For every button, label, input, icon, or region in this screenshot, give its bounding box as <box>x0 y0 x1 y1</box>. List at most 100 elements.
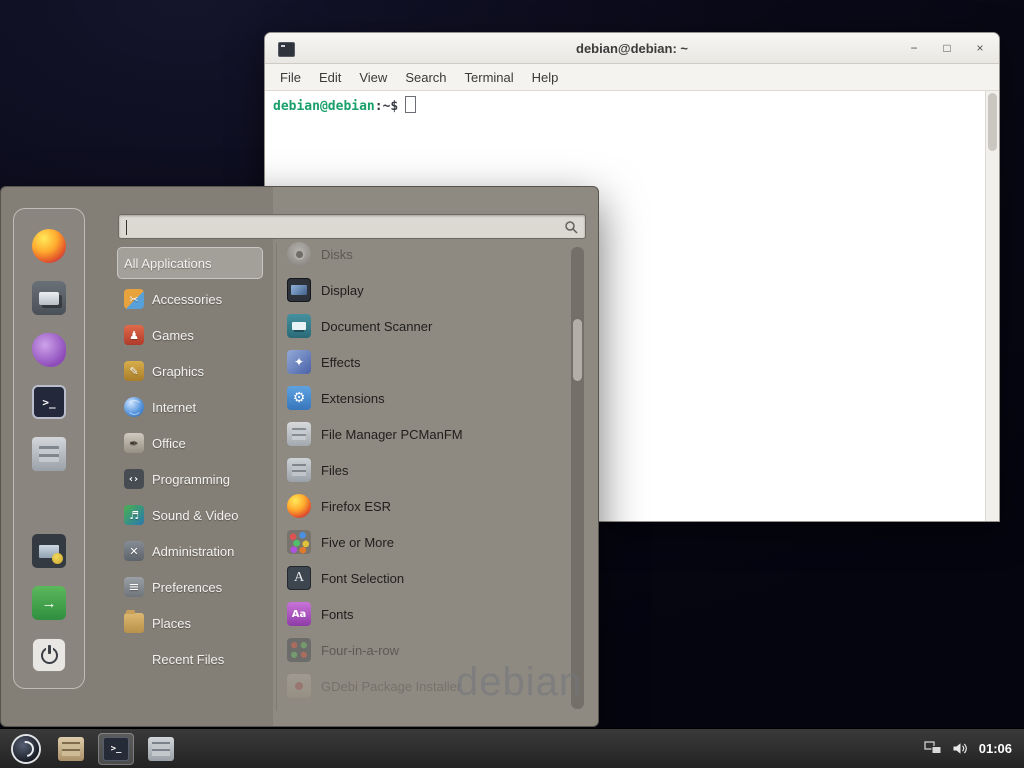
administration-icon <box>124 541 144 561</box>
terminal-menu-help[interactable]: Help <box>523 67 568 88</box>
maximize-button[interactable]: □ <box>938 42 956 54</box>
terminal-menu-file[interactable]: File <box>271 67 310 88</box>
desktop: debian debian@debian: ~ − □ × FileEditVi… <box>0 0 1024 768</box>
gdebi-icon <box>287 674 311 698</box>
effects-icon <box>287 350 311 374</box>
menu-icon <box>13 736 39 762</box>
menu-scrollbar[interactable] <box>571 247 584 709</box>
taskbar-file-manager-button[interactable] <box>53 733 89 765</box>
category-accessories[interactable]: Accessories <box>117 283 263 315</box>
category-label: Administration <box>152 544 234 559</box>
search-box[interactable] <box>118 214 586 239</box>
category-office[interactable]: Office <box>117 427 263 459</box>
font-selection-icon <box>287 566 311 590</box>
close-button[interactable]: × <box>971 42 989 54</box>
terminal-titlebar[interactable]: debian@debian: ~ − □ × <box>265 33 999 64</box>
app-gdebi-package-installer[interactable]: GDebi Package Installer <box>287 670 569 702</box>
taskbar: 01:06 <box>0 728 1024 768</box>
programming-icon <box>124 469 144 489</box>
network-icon[interactable] <box>924 741 942 756</box>
category-label: Office <box>152 436 186 451</box>
files-icon <box>287 458 311 482</box>
taskbar-files-button[interactable] <box>143 733 179 765</box>
taskbar-menu-button[interactable] <box>8 733 44 765</box>
volume-icon[interactable] <box>952 741 969 756</box>
app-disks[interactable]: Disks <box>287 238 569 270</box>
app-label: Document Scanner <box>321 319 432 334</box>
search-icon <box>564 220 578 234</box>
app-font-selection[interactable]: Font Selection <box>287 562 569 594</box>
category-label: Accessories <box>152 292 222 307</box>
app-display[interactable]: Display <box>287 274 569 306</box>
category-games[interactable]: Games <box>117 319 263 351</box>
app-label: Files <box>321 463 348 478</box>
internet-icon <box>124 397 144 417</box>
category-sound-video[interactable]: Sound & Video <box>117 499 263 531</box>
firefox-icon <box>287 494 311 518</box>
graphics-icon <box>124 361 144 381</box>
five-or-more-icon <box>287 530 311 554</box>
app-effects[interactable]: Effects <box>287 346 569 378</box>
category-label: Programming <box>152 472 230 487</box>
office-icon <box>124 433 144 453</box>
app-five-or-more[interactable]: Five or More <box>287 526 569 558</box>
app-label: GDebi Package Installer <box>321 679 461 694</box>
terminal-menu-view[interactable]: View <box>350 67 396 88</box>
files-icon <box>148 737 174 761</box>
category-all-applications[interactable]: All Applications <box>117 247 263 279</box>
terminal-scrollbar[interactable] <box>985 91 999 521</box>
taskbar-items <box>8 733 179 765</box>
clock[interactable]: 01:06 <box>979 741 1012 756</box>
accessories-icon <box>124 289 144 309</box>
favorites-panel <box>13 208 85 689</box>
terminal-scrollbar-thumb[interactable] <box>988 93 997 151</box>
extensions-icon <box>287 386 311 410</box>
search-input[interactable] <box>119 219 564 234</box>
category-places[interactable]: Places <box>117 607 263 639</box>
app-label: Fonts <box>321 607 354 622</box>
log-out-button[interactable] <box>32 586 66 620</box>
minimize-button[interactable]: − <box>905 42 923 54</box>
app-label: Effects <box>321 355 361 370</box>
app-extensions[interactable]: Extensions <box>287 382 569 414</box>
lock-screen-button[interactable] <box>32 534 66 568</box>
category-programming[interactable]: Programming <box>117 463 263 495</box>
favorite-software-button[interactable] <box>32 281 66 315</box>
app-files[interactable]: Files <box>287 454 569 486</box>
menu-scrollbar-thumb[interactable] <box>573 319 582 381</box>
shutdown-button[interactable] <box>32 638 66 672</box>
terminal-menu-search[interactable]: Search <box>396 67 455 88</box>
app-label: Font Selection <box>321 571 404 586</box>
app-four-in-a-row[interactable]: Four-in-a-row <box>287 634 569 666</box>
application-list: Disks Display Document Scanner Effects Exten… <box>287 238 569 716</box>
terminal-cursor <box>405 96 416 113</box>
terminal-menu-edit[interactable]: Edit <box>310 67 350 88</box>
favorite-pidgin-button[interactable] <box>32 333 66 367</box>
category-label: Recent Files <box>152 652 224 667</box>
application-menu: All Applications Accessories Games Graphics… <box>0 186 599 727</box>
favorite-terminal-button[interactable] <box>32 385 66 419</box>
system-tray: 01:06 <box>924 741 1016 756</box>
terminal-title: debian@debian: ~ <box>265 33 999 63</box>
disks-icon <box>287 242 311 266</box>
category-graphics[interactable]: Graphics <box>117 355 263 387</box>
app-document-scanner[interactable]: Document Scanner <box>287 310 569 342</box>
category-label: Sound & Video <box>152 508 239 523</box>
favorite-file-manager-button[interactable] <box>32 437 66 471</box>
category-recent-files[interactable]: Recent Files <box>117 643 263 675</box>
app-firefox-esr[interactable]: Firefox ESR <box>287 490 569 522</box>
prompt-path: :~$ <box>375 99 398 114</box>
category-label: Internet <box>152 400 196 415</box>
category-label: Graphics <box>152 364 204 379</box>
app-fonts[interactable]: Fonts <box>287 598 569 630</box>
category-administration[interactable]: Administration <box>117 535 263 567</box>
category-preferences[interactable]: Preferences <box>117 571 263 603</box>
favorite-firefox-button[interactable] <box>32 229 66 263</box>
preferences-icon <box>124 577 144 597</box>
app-file-manager-pcmanfm[interactable]: File Manager PCManFM <box>287 418 569 450</box>
taskbar-terminal-button[interactable] <box>98 733 134 765</box>
category-internet[interactable]: Internet <box>117 391 263 423</box>
terminal-menu-terminal[interactable]: Terminal <box>456 67 523 88</box>
file-manager-icon <box>287 422 311 446</box>
menu-divider <box>276 243 277 711</box>
